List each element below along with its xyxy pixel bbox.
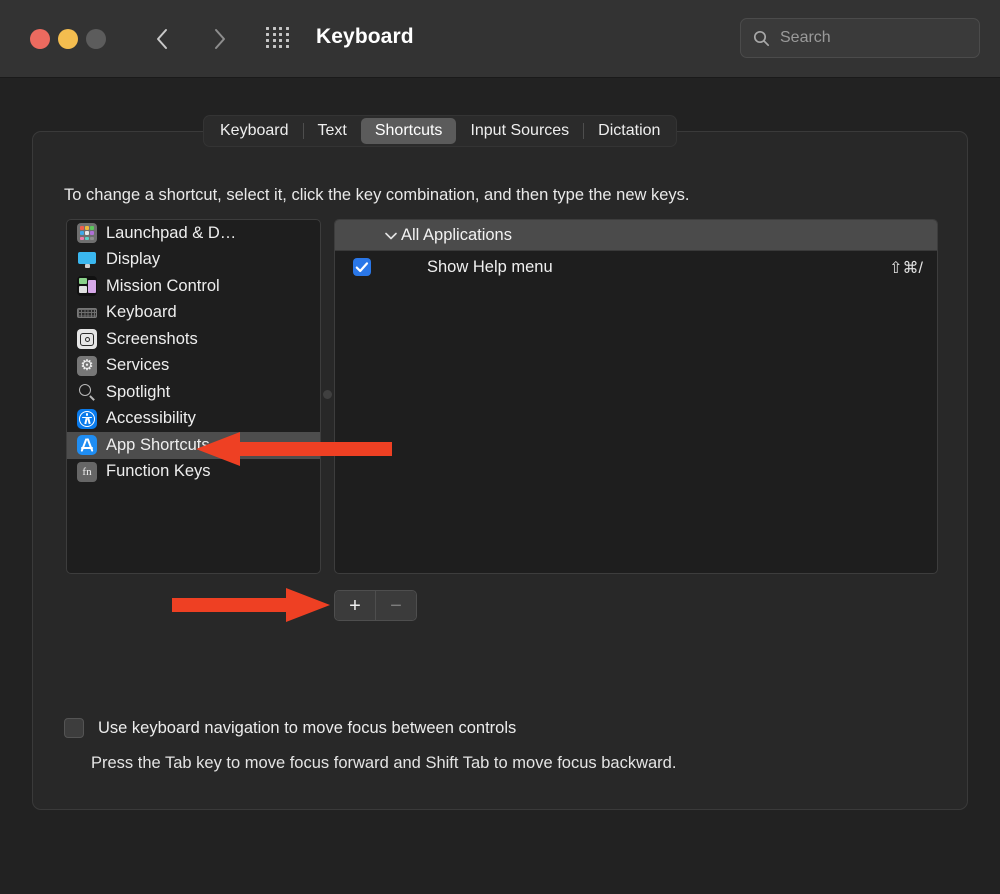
shortcut-group-label: All Applications xyxy=(401,226,512,245)
back-button[interactable] xyxy=(143,20,181,58)
app-store-icon xyxy=(77,435,97,455)
add-shortcut-button[interactable]: + xyxy=(335,591,375,620)
sidebar-item-label: App Shortcuts xyxy=(106,436,210,455)
minimize-window-button[interactable] xyxy=(58,29,78,49)
services-gear-icon: ⚙ xyxy=(77,356,97,376)
shortcut-enabled-checkbox[interactable] xyxy=(353,258,371,276)
tab-keyboard[interactable]: Keyboard xyxy=(206,118,303,144)
sidebar-item-spotlight[interactable]: Spotlight xyxy=(67,379,320,406)
sidebar-item-label: Screenshots xyxy=(106,330,198,349)
sidebar-item-launchpad-and-dock[interactable]: Launchpad & D… xyxy=(67,220,320,247)
shortcut-group-header[interactable]: All Applications xyxy=(335,220,937,251)
sidebar-item-keyboard[interactable]: Keyboard xyxy=(67,300,320,327)
sidebar-item-label: Keyboard xyxy=(106,303,177,322)
tab-text[interactable]: Text xyxy=(304,118,361,144)
display-icon xyxy=(77,250,97,270)
instruction-text: To change a shortcut, select it, click t… xyxy=(64,186,690,205)
traffic-lights xyxy=(30,29,106,49)
sidebar-item-label: Function Keys xyxy=(106,462,211,481)
arrow-pointing-to-add-button xyxy=(172,588,330,622)
add-remove-button-group: + − xyxy=(334,590,417,621)
shortcut-list-panel[interactable]: All Applications Show Help menu ⇧⌘/ xyxy=(334,219,938,574)
sidebar-item-label: Accessibility xyxy=(106,409,196,428)
keyboard-navigation-hint: Press the Tab key to move focus forward … xyxy=(91,754,676,773)
sidebar-item-accessibility[interactable]: Accessibility xyxy=(67,406,320,433)
tab-bar: Keyboard Text Shortcuts Input Sources Di… xyxy=(203,115,677,147)
keyboard-navigation-label: Use keyboard navigation to move focus be… xyxy=(98,719,516,738)
keyboard-navigation-checkbox-row[interactable]: Use keyboard navigation to move focus be… xyxy=(64,718,516,738)
sidebar-item-display[interactable]: Display xyxy=(67,247,320,274)
shortcut-row[interactable]: Show Help menu ⇧⌘/ xyxy=(335,251,937,284)
sidebar-item-label: Launchpad & D… xyxy=(106,224,236,243)
screenshots-icon xyxy=(77,329,97,349)
chevron-down-icon[interactable] xyxy=(385,232,397,240)
search-field[interactable] xyxy=(740,18,980,58)
sidebar-item-label: Display xyxy=(106,250,160,269)
launchpad-and-dock-icon xyxy=(77,223,97,243)
chevron-right-icon xyxy=(213,28,226,50)
page-title: Keyboard xyxy=(316,25,414,49)
checkmark-icon xyxy=(355,261,369,274)
arrow-pointing-to-app-shortcuts xyxy=(196,432,392,466)
fn-key-icon: fn xyxy=(77,462,97,482)
sidebar-item-label: Spotlight xyxy=(106,383,170,402)
remove-shortcut-button[interactable]: − xyxy=(376,591,416,620)
mission-control-icon xyxy=(77,276,97,296)
shortcut-name: Show Help menu xyxy=(427,258,553,277)
show-all-grid-icon[interactable] xyxy=(266,27,290,49)
zoom-window-button[interactable] xyxy=(86,29,106,49)
window-titlebar: Keyboard xyxy=(0,0,1000,78)
keyboard-navigation-checkbox[interactable] xyxy=(64,718,84,738)
keyboard-icon xyxy=(77,303,97,323)
forward-button[interactable] xyxy=(200,20,238,58)
panel-splitter-handle[interactable] xyxy=(323,390,332,399)
shortcut-category-list[interactable]: Launchpad & D… Display Mission Control K… xyxy=(66,219,321,574)
close-window-button[interactable] xyxy=(30,29,50,49)
search-input[interactable] xyxy=(780,29,960,47)
sidebar-item-screenshots[interactable]: Screenshots xyxy=(67,326,320,353)
tab-dictation[interactable]: Dictation xyxy=(584,118,674,144)
bottom-status-bar: Keyboard battery level: 98% Set Up Bluet… xyxy=(0,818,1000,894)
sidebar-item-label: Mission Control xyxy=(106,277,220,296)
sidebar-item-label: Services xyxy=(106,356,169,375)
keyboard-preferences-window: Keyboard Keyboard Text Shortcuts Input S… xyxy=(0,0,1000,894)
spotlight-magnifier-icon xyxy=(77,382,97,402)
tab-input-sources[interactable]: Input Sources xyxy=(456,118,583,144)
shortcut-key-combination[interactable]: ⇧⌘/ xyxy=(889,258,923,278)
tab-shortcuts[interactable]: Shortcuts xyxy=(361,118,457,144)
accessibility-icon xyxy=(77,409,97,429)
chevron-left-icon xyxy=(156,28,169,50)
sidebar-item-services[interactable]: ⚙ Services xyxy=(67,353,320,380)
search-icon xyxy=(753,30,770,47)
sidebar-item-mission-control[interactable]: Mission Control xyxy=(67,273,320,300)
